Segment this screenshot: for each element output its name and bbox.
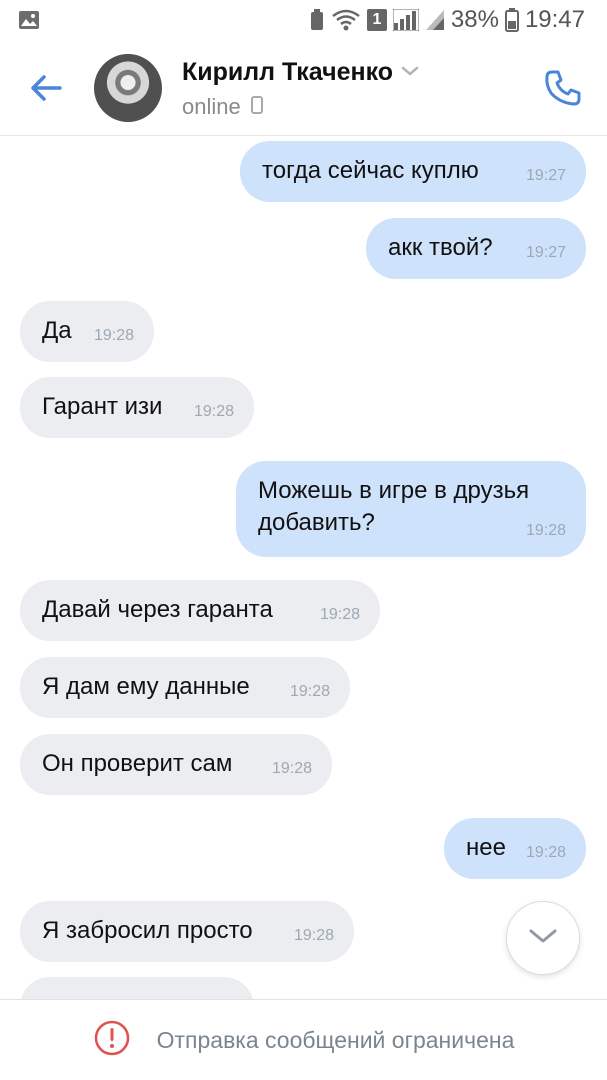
contact-status: online	[182, 94, 263, 120]
message-bubble-outgoing[interactable]: тогда сейчас куплю 19:27	[240, 141, 586, 202]
battery-icon	[504, 8, 519, 32]
chevron-down-icon	[401, 64, 419, 82]
scroll-down-button[interactable]	[506, 901, 580, 975]
signal-icon	[392, 9, 419, 31]
message-time: 19:28	[271, 760, 312, 777]
message-text: акк твой?	[388, 234, 493, 261]
message-text: тогда сейчас куплю	[262, 157, 479, 184]
message-time: 19:28	[193, 403, 234, 420]
message-list[interactable]: тогда сейчас куплю 19:27 акк твой? 19:27…	[0, 137, 607, 999]
contact-name-row[interactable]: Кирилл Ткаченко	[182, 58, 419, 87]
message-time: 19:28	[293, 927, 334, 944]
sim-icon: 1	[366, 9, 387, 31]
message-time: 19:28	[319, 606, 360, 623]
wifi-icon	[331, 9, 361, 31]
message-text: нее	[466, 834, 506, 861]
message-time: 19:28	[525, 522, 566, 539]
message-time: 19:28	[93, 327, 134, 344]
clock: 19:47	[524, 6, 585, 33]
status-bar: 1 38% 19:47	[0, 0, 607, 40]
message-time: 19:28	[289, 683, 330, 700]
message-text: Да	[42, 317, 72, 344]
chat-header: Кирилл Ткаченко online	[0, 40, 607, 136]
message-bubble-incoming[interactable]: Да 19:28	[20, 301, 154, 362]
image-icon	[18, 10, 40, 35]
sim-label: 1	[372, 11, 382, 28]
message-bubble-outgoing[interactable]: нее 19:28	[444, 818, 586, 879]
message-bubble-incoming[interactable]: Гарант изи 19:28	[20, 377, 254, 438]
message-text: Давай через гаранта	[42, 596, 273, 623]
message-bubble-incoming[interactable]: Он проверит сам 19:28	[20, 734, 332, 795]
contact-name: Кирилл Ткаченко	[182, 58, 394, 86]
message-text: Я забросил просто	[42, 917, 253, 944]
status-text: online	[182, 94, 241, 119]
status-icons: 1 38% 19:47	[309, 6, 585, 34]
message-bubble-incoming[interactable]: Я забросил просто 19:28	[20, 901, 354, 962]
signal-icon	[425, 9, 445, 31]
message-bubble-outgoing[interactable]: Можешь в игре в друзья добавить? 19:28	[236, 461, 586, 557]
message-restriction-banner: Отправка сообщений ограничена	[0, 999, 607, 1080]
back-arrow-icon[interactable]	[24, 68, 68, 108]
message-bubble-incoming[interactable]: Давай через гаранта 19:28	[20, 580, 380, 641]
message-text: Гарант изи	[42, 393, 163, 420]
message-bubble-outgoing[interactable]: акк твой? 19:27	[366, 218, 586, 279]
message-time: 19:27	[525, 167, 566, 184]
message-text: Я дам ему данные	[42, 673, 250, 700]
exclamation-circle-icon	[93, 1019, 131, 1062]
avatar[interactable]	[94, 54, 162, 122]
phone-small-icon	[250, 94, 263, 120]
message-text: Он проверит сам	[42, 750, 233, 777]
restriction-notice: Отправка сообщений ограничена	[156, 1026, 515, 1053]
message-time: 19:27	[525, 244, 566, 261]
call-icon[interactable]	[543, 68, 583, 108]
recycle-icon	[309, 9, 325, 31]
message-time: 19:28	[525, 844, 566, 861]
battery-percent: 38%	[450, 6, 499, 33]
message-bubble-partial[interactable]	[20, 977, 254, 999]
chevron-down-icon	[528, 927, 558, 950]
message-bubble-incoming[interactable]: Я дам ему данные 19:28	[20, 657, 350, 718]
